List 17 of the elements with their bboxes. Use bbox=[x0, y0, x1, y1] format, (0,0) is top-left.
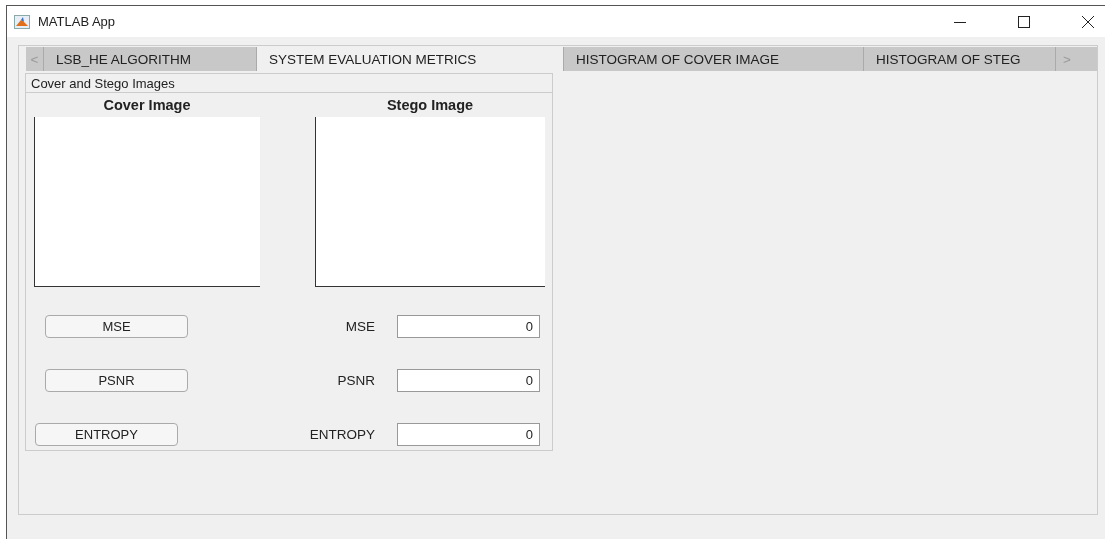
axes-title: Cover Image bbox=[103, 97, 191, 115]
metric-field[interactable]: 0 bbox=[397, 369, 540, 392]
metric-label: PSNR bbox=[336, 373, 375, 388]
metric-field[interactable]: 0 bbox=[397, 423, 540, 446]
metric-label: MSE bbox=[344, 319, 375, 334]
metric-button[interactable]: MSE bbox=[45, 315, 188, 338]
axes-title: Stego Image bbox=[386, 97, 474, 115]
metric-button[interactable]: PSNR bbox=[45, 369, 188, 392]
tab[interactable]: SYSTEM EVALUATION METRICS bbox=[257, 47, 564, 71]
maximize-icon[interactable] bbox=[1017, 14, 1031, 29]
metric-field[interactable]: 0 bbox=[397, 315, 540, 338]
app-logo-icon bbox=[14, 14, 30, 29]
metric-button[interactable]: ENTROPY bbox=[35, 423, 178, 446]
window-title: MATLAB App bbox=[38, 14, 116, 29]
metric-label: ENTROPY bbox=[308, 427, 375, 442]
panel-title: Cover and Stego Images bbox=[31, 75, 175, 91]
close-icon[interactable] bbox=[1081, 14, 1095, 29]
